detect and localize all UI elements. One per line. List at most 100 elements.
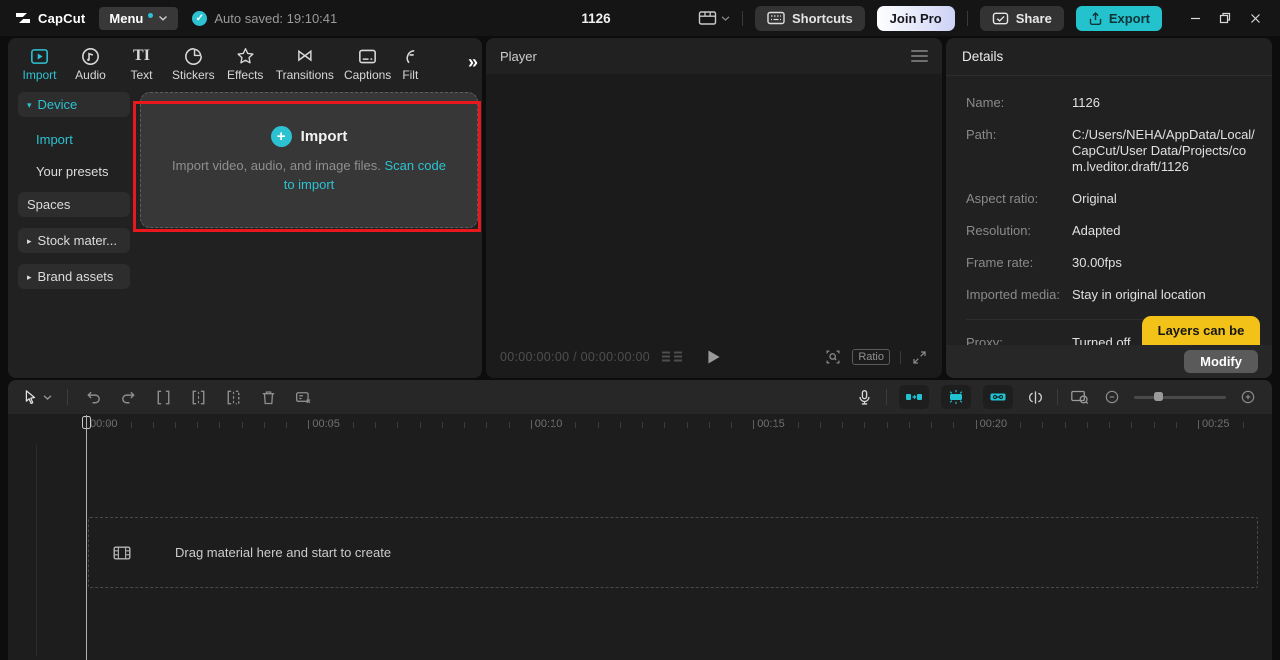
filters-tab-icon xyxy=(402,45,416,67)
tab-effects[interactable]: Effects xyxy=(220,45,271,82)
ruler-minor-tick xyxy=(553,422,554,428)
timeline-toolbar xyxy=(8,380,1272,414)
sidebar-item-label: Your presets xyxy=(36,164,109,179)
layout-icon xyxy=(698,10,717,26)
details-row-frame-rate: Frame rate:30.00fps xyxy=(966,255,1258,271)
fullscreen-icon[interactable] xyxy=(911,349,928,366)
details-row-resolution: Resolution:Adapted xyxy=(966,223,1258,239)
tab-label: Effects xyxy=(227,69,263,82)
ratio-button[interactable]: Ratio xyxy=(852,349,890,365)
timeline-zoom-slider[interactable] xyxy=(1134,392,1226,402)
capcut-app: CapCut Menu ✓ Auto saved: 19:10:41 1126 xyxy=(0,0,1280,660)
details-label: Resolution: xyxy=(966,223,1072,239)
delete-right-icon[interactable] xyxy=(223,387,243,407)
join-pro-button[interactable]: Join Pro xyxy=(877,6,955,31)
ruler-minor-tick xyxy=(108,422,109,428)
chevron-down-icon xyxy=(43,394,52,401)
share-button[interactable]: Share xyxy=(980,6,1064,31)
text-tab-icon: TI xyxy=(133,45,150,67)
ruler-minor-tick xyxy=(909,422,910,428)
ruler-minor-tick xyxy=(1131,422,1132,428)
undo-icon[interactable] xyxy=(83,387,103,407)
record-voiceover-icon[interactable] xyxy=(854,387,874,407)
link-clips-toggle[interactable] xyxy=(983,385,1013,409)
restore-window-icon[interactable] xyxy=(1210,5,1240,31)
main-track-magnet-icon[interactable] xyxy=(1025,387,1045,407)
sidebar-item-label: Spaces xyxy=(27,197,70,212)
tab-text[interactable]: TIText xyxy=(116,45,167,82)
ruler-major-tick xyxy=(1198,420,1199,429)
details-value: 1126 xyxy=(1072,95,1100,111)
more-tabs-icon[interactable]: » xyxy=(468,52,478,73)
ruler-minor-tick xyxy=(731,422,732,428)
magnetic-snap-toggle[interactable] xyxy=(941,385,971,409)
preview-axis-icon[interactable] xyxy=(1070,387,1090,407)
ruler-minor-tick xyxy=(664,422,665,428)
auto-snap-toggle[interactable] xyxy=(899,385,929,409)
ruler-minor-tick xyxy=(1109,422,1110,428)
ruler-minor-tick xyxy=(642,422,643,428)
tab-stickers[interactable]: Stickers xyxy=(167,45,220,82)
ruler-minor-tick xyxy=(264,422,265,428)
details-row-path: Path:C:/Users/NEHA/AppData/Local/CapCut/… xyxy=(966,127,1258,175)
sidebar-item-brand-assets[interactable]: ▸Brand assets xyxy=(18,264,130,289)
preview-quality-icon[interactable] xyxy=(824,348,842,366)
export-button[interactable]: Export xyxy=(1076,6,1162,31)
shortcuts-button[interactable]: Shortcuts xyxy=(755,6,865,31)
cursor-tool-button[interactable] xyxy=(20,387,52,407)
chevron-down-icon xyxy=(721,15,730,22)
divider xyxy=(886,389,887,405)
ruler-minor-tick xyxy=(620,422,621,428)
details-label: Frame rate: xyxy=(966,255,1072,271)
redo-icon[interactable] xyxy=(118,387,138,407)
sidebar-item-import[interactable]: Import xyxy=(18,128,130,151)
tab-audio[interactable]: Audio xyxy=(65,45,116,82)
sidebar-item-stock-mater[interactable]: ▸Stock mater... xyxy=(18,228,130,253)
zoom-out-icon[interactable] xyxy=(1102,387,1122,407)
tab-filt[interactable]: Filt xyxy=(396,45,424,82)
sidebar-item-device[interactable]: ▾Device xyxy=(18,92,130,117)
ruler-minor-tick xyxy=(1020,422,1021,428)
frame-display-icon[interactable] xyxy=(660,350,686,364)
details-label: Name: xyxy=(966,95,1072,111)
tab-captions[interactable]: Captions xyxy=(339,45,396,82)
player-menu-icon[interactable] xyxy=(911,50,928,62)
ruler-minor-tick xyxy=(420,422,421,428)
divider xyxy=(742,11,743,26)
zoom-in-icon[interactable] xyxy=(1238,387,1258,407)
capcut-logo-icon xyxy=(14,10,32,26)
ruler-minor-tick xyxy=(1176,422,1177,428)
tab-import[interactable]: Import xyxy=(14,45,65,82)
timeline-dropzone[interactable]: Drag material here and start to create xyxy=(88,517,1258,588)
delete-icon[interactable] xyxy=(258,387,278,407)
ruler-minor-tick xyxy=(798,422,799,428)
details-panel: Details Name:1126Path:C:/Users/NEHA/AppD… xyxy=(946,38,1272,378)
ruler-label: 00:00 xyxy=(90,418,118,430)
details-rows: Name:1126 Path:C:/Users/NEHA/AppData/Loca… xyxy=(946,76,1272,351)
window-controls xyxy=(1180,5,1270,31)
ruler-minor-tick xyxy=(1087,422,1088,428)
ruler-label: 00:10 xyxy=(535,418,563,430)
menu-button[interactable]: Menu xyxy=(99,7,178,30)
sidebar-item-spaces[interactable]: Spaces xyxy=(18,192,130,217)
playhead-line[interactable] xyxy=(86,415,87,660)
tab-label: Transitions xyxy=(276,69,334,82)
minimize-icon[interactable] xyxy=(1180,5,1210,31)
tab-transitions[interactable]: ⋈Transitions xyxy=(271,45,339,82)
sidebar-item-your-presets[interactable]: Your presets xyxy=(18,160,130,183)
modify-button[interactable]: Modify xyxy=(1184,350,1258,373)
import-dropzone-card[interactable]: + Import Import video, audio, and image … xyxy=(140,92,478,228)
play-button[interactable] xyxy=(707,349,721,365)
ruler-minor-tick xyxy=(1243,422,1244,428)
import-tab-icon xyxy=(29,45,50,67)
top-bar: CapCut Menu ✓ Auto saved: 19:10:41 1126 xyxy=(0,0,1280,36)
delete-left-icon[interactable] xyxy=(188,387,208,407)
close-icon[interactable] xyxy=(1240,5,1270,31)
delete-caption-icon[interactable] xyxy=(293,387,313,407)
divider xyxy=(67,389,68,405)
layout-switcher-button[interactable] xyxy=(698,10,730,26)
split-icon[interactable] xyxy=(153,387,173,407)
timeline-ruler[interactable]: 00:0000:0500:1000:1500:2000:25 xyxy=(8,415,1272,437)
import-card-title: Import xyxy=(301,128,348,145)
slider-handle[interactable] xyxy=(1154,392,1163,401)
